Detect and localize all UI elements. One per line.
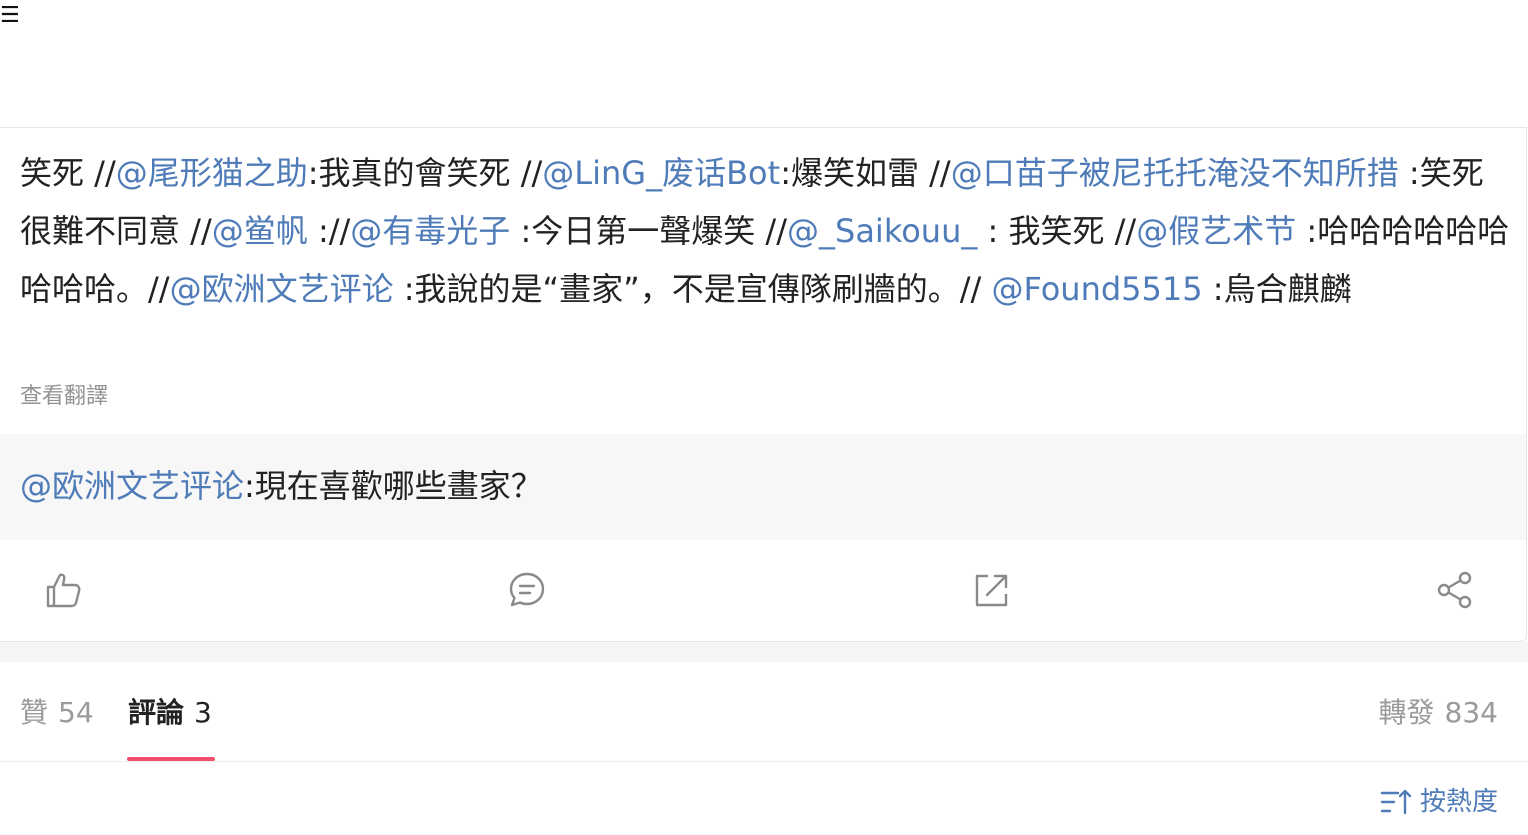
mention-link[interactable]: @LinG_废话Bot	[542, 154, 780, 192]
quoted-mention[interactable]: @欧洲文艺评论	[20, 467, 244, 505]
repost-icon	[975, 574, 1008, 607]
like-button[interactable]	[43, 570, 83, 610]
quoted-text: @欧洲文艺评论:現在喜歡哪些畫家？	[20, 464, 543, 508]
share-icon	[1437, 571, 1472, 609]
tab-comments-label: 評論	[128, 696, 185, 729]
translate-link[interactable]: 查看翻譯	[20, 378, 108, 410]
post-text-segment: :今日第一聲爆笑 //	[510, 212, 787, 250]
active-tab-indicator	[127, 757, 215, 761]
mention-link[interactable]: @欧洲文艺评论	[170, 270, 394, 308]
comment-icon	[509, 572, 545, 607]
mention-link[interactable]: @假艺术节	[1136, 212, 1296, 250]
post-text-segment: ://	[307, 212, 351, 250]
tab-likes-count: 54	[58, 696, 94, 729]
mention-link[interactable]: @_Saikouu_	[787, 212, 977, 250]
tab-reposts-count: 834	[1444, 696, 1498, 729]
post-text-segment: : 我笑死 //	[977, 212, 1137, 250]
post-text-segment: 笑死 //	[20, 154, 116, 192]
sort-button[interactable]: 按熱度	[1380, 785, 1498, 819]
interaction-tabs: 贊 54 評論 3 轉發 834	[0, 662, 1528, 762]
quoted-post[interactable]: @欧洲文艺评论:現在喜歡哪些畫家？	[0, 434, 1526, 540]
post-card: 笑死 //@尾形猫之助:我真的會笑死 //@LinG_废话Bot:爆笑如雷 //…	[0, 127, 1527, 642]
mention-link[interactable]: @口苗子被尼托托淹没不知所措	[951, 154, 1399, 192]
post-text-segment: :烏合麒麟	[1202, 270, 1352, 308]
tab-comments[interactable]: 評論 3	[128, 696, 212, 730]
sort-icon	[1380, 789, 1412, 815]
share-button[interactable]	[1435, 570, 1475, 610]
tab-comments-count: 3	[194, 696, 212, 729]
tab-likes[interactable]: 贊 54	[20, 696, 94, 730]
mention-link[interactable]: @Found5515	[991, 270, 1202, 308]
sort-label: 按熱度	[1419, 787, 1498, 817]
thumbs-up-icon	[46, 573, 81, 608]
mention-link[interactable]: @有毒光子	[350, 212, 510, 250]
post-text-segment: :爆笑如雷 //	[780, 154, 951, 192]
menu-icon[interactable]: ☰	[0, 2, 20, 30]
mention-link[interactable]: @尾形猫之助	[116, 154, 308, 192]
tab-likes-label: 贊	[20, 696, 49, 729]
repost-button[interactable]	[971, 570, 1011, 610]
tab-reposts-label: 轉發	[1378, 696, 1435, 729]
action-bar	[0, 540, 1526, 642]
post-text-segment: :我說的是“畫家”，不是宣傳隊刷牆的。//	[393, 270, 992, 308]
tab-reposts[interactable]: 轉發 834	[1379, 696, 1498, 730]
mention-link[interactable]: @鲎帆	[212, 212, 308, 250]
quoted-content: :現在喜歡哪些畫家？	[244, 467, 543, 505]
section-separator	[0, 642, 1528, 662]
post-text: 笑死 //@尾形猫之助:我真的會笑死 //@LinG_废话Bot:爆笑如雷 //…	[20, 144, 1510, 318]
comment-button[interactable]	[507, 570, 547, 610]
post-text-segment: :我真的會笑死 //	[307, 154, 543, 192]
